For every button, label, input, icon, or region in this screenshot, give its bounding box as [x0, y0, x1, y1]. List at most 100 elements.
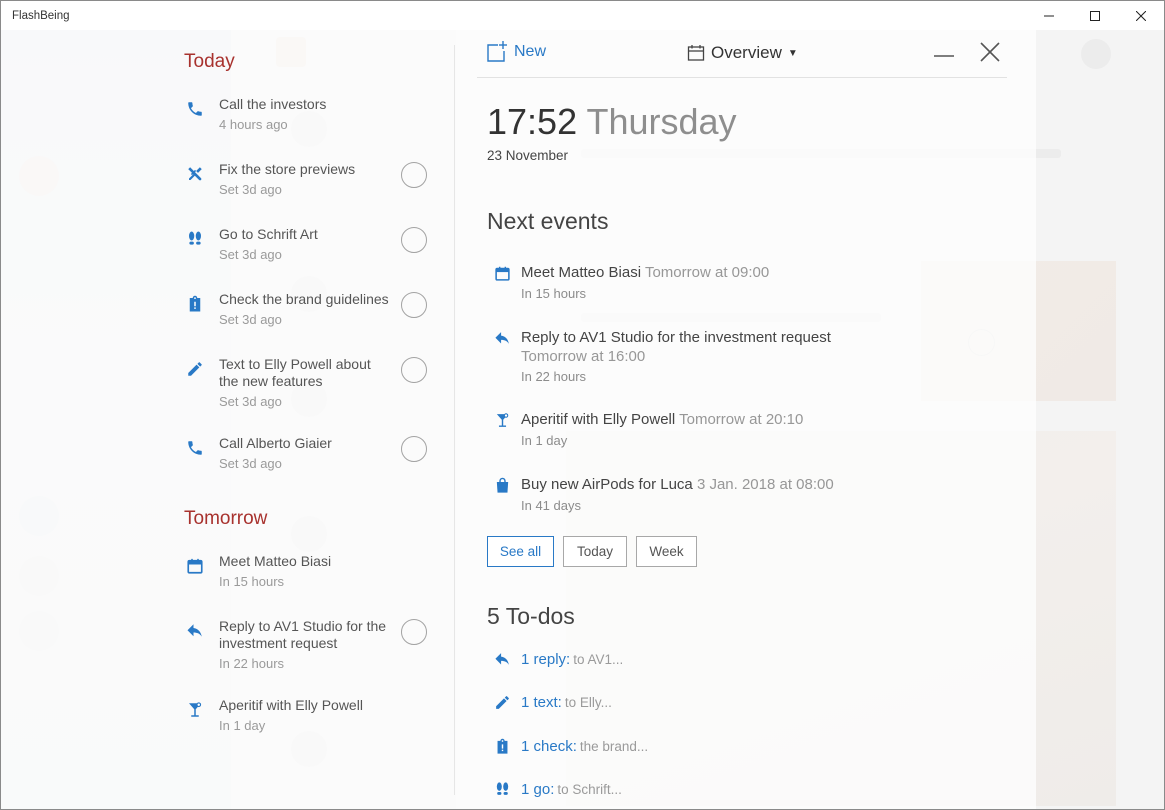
event-relative-time: In 1 day	[521, 433, 568, 448]
event-item[interactable]: Reply to AV1 Studio for the investment r…	[493, 328, 1013, 390]
tools-icon	[184, 163, 206, 185]
close-icon	[1136, 10, 1146, 21]
shopping-bag-icon	[493, 476, 511, 494]
task-title: Text to Elly Powell about the new featur…	[219, 356, 371, 389]
cocktail-icon	[493, 411, 511, 429]
event-when: Tomorrow at 20:10	[679, 411, 804, 428]
timeline-task[interactable]: Meet Matteo Biasi In 15 hours	[184, 553, 434, 598]
timeline-task[interactable]: Go to Schrift Art Set 3d ago	[184, 226, 434, 271]
cocktail-icon	[184, 699, 206, 721]
event-item[interactable]: Buy new AirPods for Luca 3 Jan. 2018 at …	[493, 475, 1013, 520]
reply-icon	[493, 329, 511, 347]
event-title: Buy new AirPods for Luca	[521, 476, 693, 493]
event-when: Tomorrow at 09:00	[644, 264, 770, 281]
clock-display: 17:52 Thursday	[487, 101, 737, 143]
todo-summary-item[interactable]: 1 reply: to AV1...	[493, 649, 623, 669]
maximize-icon	[1090, 10, 1100, 21]
event-relative-time: In 22 hours	[521, 369, 587, 384]
task-complete-checkbox[interactable]	[401, 357, 427, 383]
task-subtitle: In 1 day	[219, 718, 266, 733]
app-window: FlashBeing Today Call the investors 4 ho…	[0, 0, 1165, 810]
window-title: FlashBeing	[12, 9, 70, 22]
new-button-label: New	[514, 43, 547, 60]
todo-count: 1 check:	[521, 737, 577, 755]
background-avatar	[1081, 39, 1111, 69]
window-maximize-button[interactable]	[1072, 1, 1118, 30]
calendar-icon	[184, 555, 206, 577]
next-events-heading: Next events	[487, 208, 609, 234]
timeline-task[interactable]: Aperitif with Elly Powell In 1 day	[184, 697, 434, 742]
event-title: Meet Matteo Biasi	[521, 264, 642, 281]
event-item[interactable]: Meet Matteo Biasi Tomorrow at 09:00 In 1…	[493, 263, 1013, 308]
task-subtitle: In 22 hours	[219, 656, 285, 671]
task-title: Fix the store previews	[219, 161, 356, 177]
task-subtitle: 4 hours ago	[219, 117, 288, 132]
timeline-task[interactable]: Check the brand guidelines Set 3d ago	[184, 291, 434, 336]
footsteps-icon	[184, 228, 206, 250]
calendar-icon	[493, 264, 511, 282]
filter-week-button[interactable]: Week	[636, 536, 697, 567]
timeline-task[interactable]: Call the investors 4 hours ago	[184, 96, 434, 141]
task-complete-checkbox[interactable]	[401, 162, 427, 188]
event-title-line: Meet Matteo Biasi Tomorrow at 09:00	[521, 263, 1001, 282]
timeline-panel	[1, 30, 456, 809]
panel-divider	[454, 45, 455, 795]
task-subtitle: Set 3d ago	[219, 312, 282, 327]
task-title: Go to Schrift Art	[219, 226, 318, 242]
window-close-button[interactable]	[1118, 1, 1164, 30]
task-subtitle: Set 3d ago	[219, 247, 282, 262]
task-title: Check the brand guidelines	[219, 291, 389, 307]
clipboard-icon	[184, 293, 206, 315]
todo-summary-item[interactable]: 1 check: the brand...	[493, 736, 648, 756]
event-when: Tomorrow at 16:00	[521, 348, 646, 365]
timeline-task[interactable]: Call Alberto Giaier Set 3d ago	[184, 435, 434, 480]
phone-icon	[184, 437, 206, 459]
task-complete-checkbox[interactable]	[401, 227, 427, 253]
filter-today-button[interactable]: Today	[563, 536, 627, 567]
task-subtitle: In 15 hours	[219, 574, 285, 589]
filter-see-all-button[interactable]: See all	[487, 536, 554, 567]
chevron-down-icon: ▼	[787, 47, 798, 59]
clock-date: 23 November	[487, 148, 569, 163]
view-selector-dropdown[interactable]: Overview ▼	[687, 43, 798, 63]
event-title-line: Aperitif with Elly Powell Tomorrow at 20…	[521, 410, 1001, 429]
todos-heading: 5 To-dos	[487, 603, 575, 629]
view-selector-label: Overview	[711, 43, 782, 62]
timeline-task[interactable]: Fix the store previews Set 3d ago	[184, 161, 434, 206]
todo-count: 1 go:	[521, 780, 555, 798]
window-minimize-button[interactable]	[1026, 1, 1072, 30]
task-title: Call the investors	[219, 96, 327, 112]
task-title: Call Alberto Giaier	[219, 435, 332, 451]
event-when: 3 Jan. 2018 at 08:00	[696, 476, 834, 493]
timeline-task[interactable]: Reply to AV1 Studio for the investment r…	[184, 618, 434, 678]
task-complete-checkbox[interactable]	[401, 619, 427, 645]
title-bar: FlashBeing	[1, 1, 1164, 30]
todo-detail: to AV1...	[573, 651, 624, 667]
new-button[interactable]: New	[486, 41, 546, 63]
task-title: Reply to AV1 Studio for the investment r…	[219, 618, 387, 651]
section-heading-today: Today	[184, 51, 235, 72]
todo-summary-item[interactable]: 1 text: to Elly...	[493, 692, 612, 712]
footsteps-icon	[493, 780, 511, 798]
event-title-line: Reply to AV1 Studio for the investment r…	[521, 328, 881, 366]
task-complete-checkbox[interactable]	[401, 436, 427, 462]
timeline-task[interactable]: Text to Elly Powell about the new featur…	[184, 356, 434, 416]
task-title: Meet Matteo Biasi	[219, 553, 332, 569]
panel-close-button[interactable]	[979, 41, 1001, 63]
new-item-icon	[487, 41, 507, 62]
event-item[interactable]: Aperitif with Elly Powell Tomorrow at 20…	[493, 410, 1013, 455]
calendar-icon	[687, 45, 705, 61]
todo-detail: the brand...	[579, 738, 649, 754]
clock-weekday: Thursday	[586, 101, 737, 142]
minimize-icon	[1044, 15, 1054, 16]
event-title-line: Buy new AirPods for Luca 3 Jan. 2018 at …	[521, 475, 1001, 494]
event-relative-time: In 41 days	[521, 498, 581, 513]
event-title: Reply to AV1 Studio for the investment r…	[521, 329, 831, 346]
todo-summary-item[interactable]: 1 go: to Schrift...	[493, 779, 622, 799]
todo-count: 1 text:	[521, 693, 562, 711]
task-title: Aperitif with Elly Powell	[219, 697, 363, 713]
task-complete-checkbox[interactable]	[401, 292, 427, 318]
clipboard-icon	[493, 737, 511, 755]
panel-minimize-button[interactable]	[933, 41, 955, 63]
task-subtitle: Set 3d ago	[219, 182, 282, 197]
